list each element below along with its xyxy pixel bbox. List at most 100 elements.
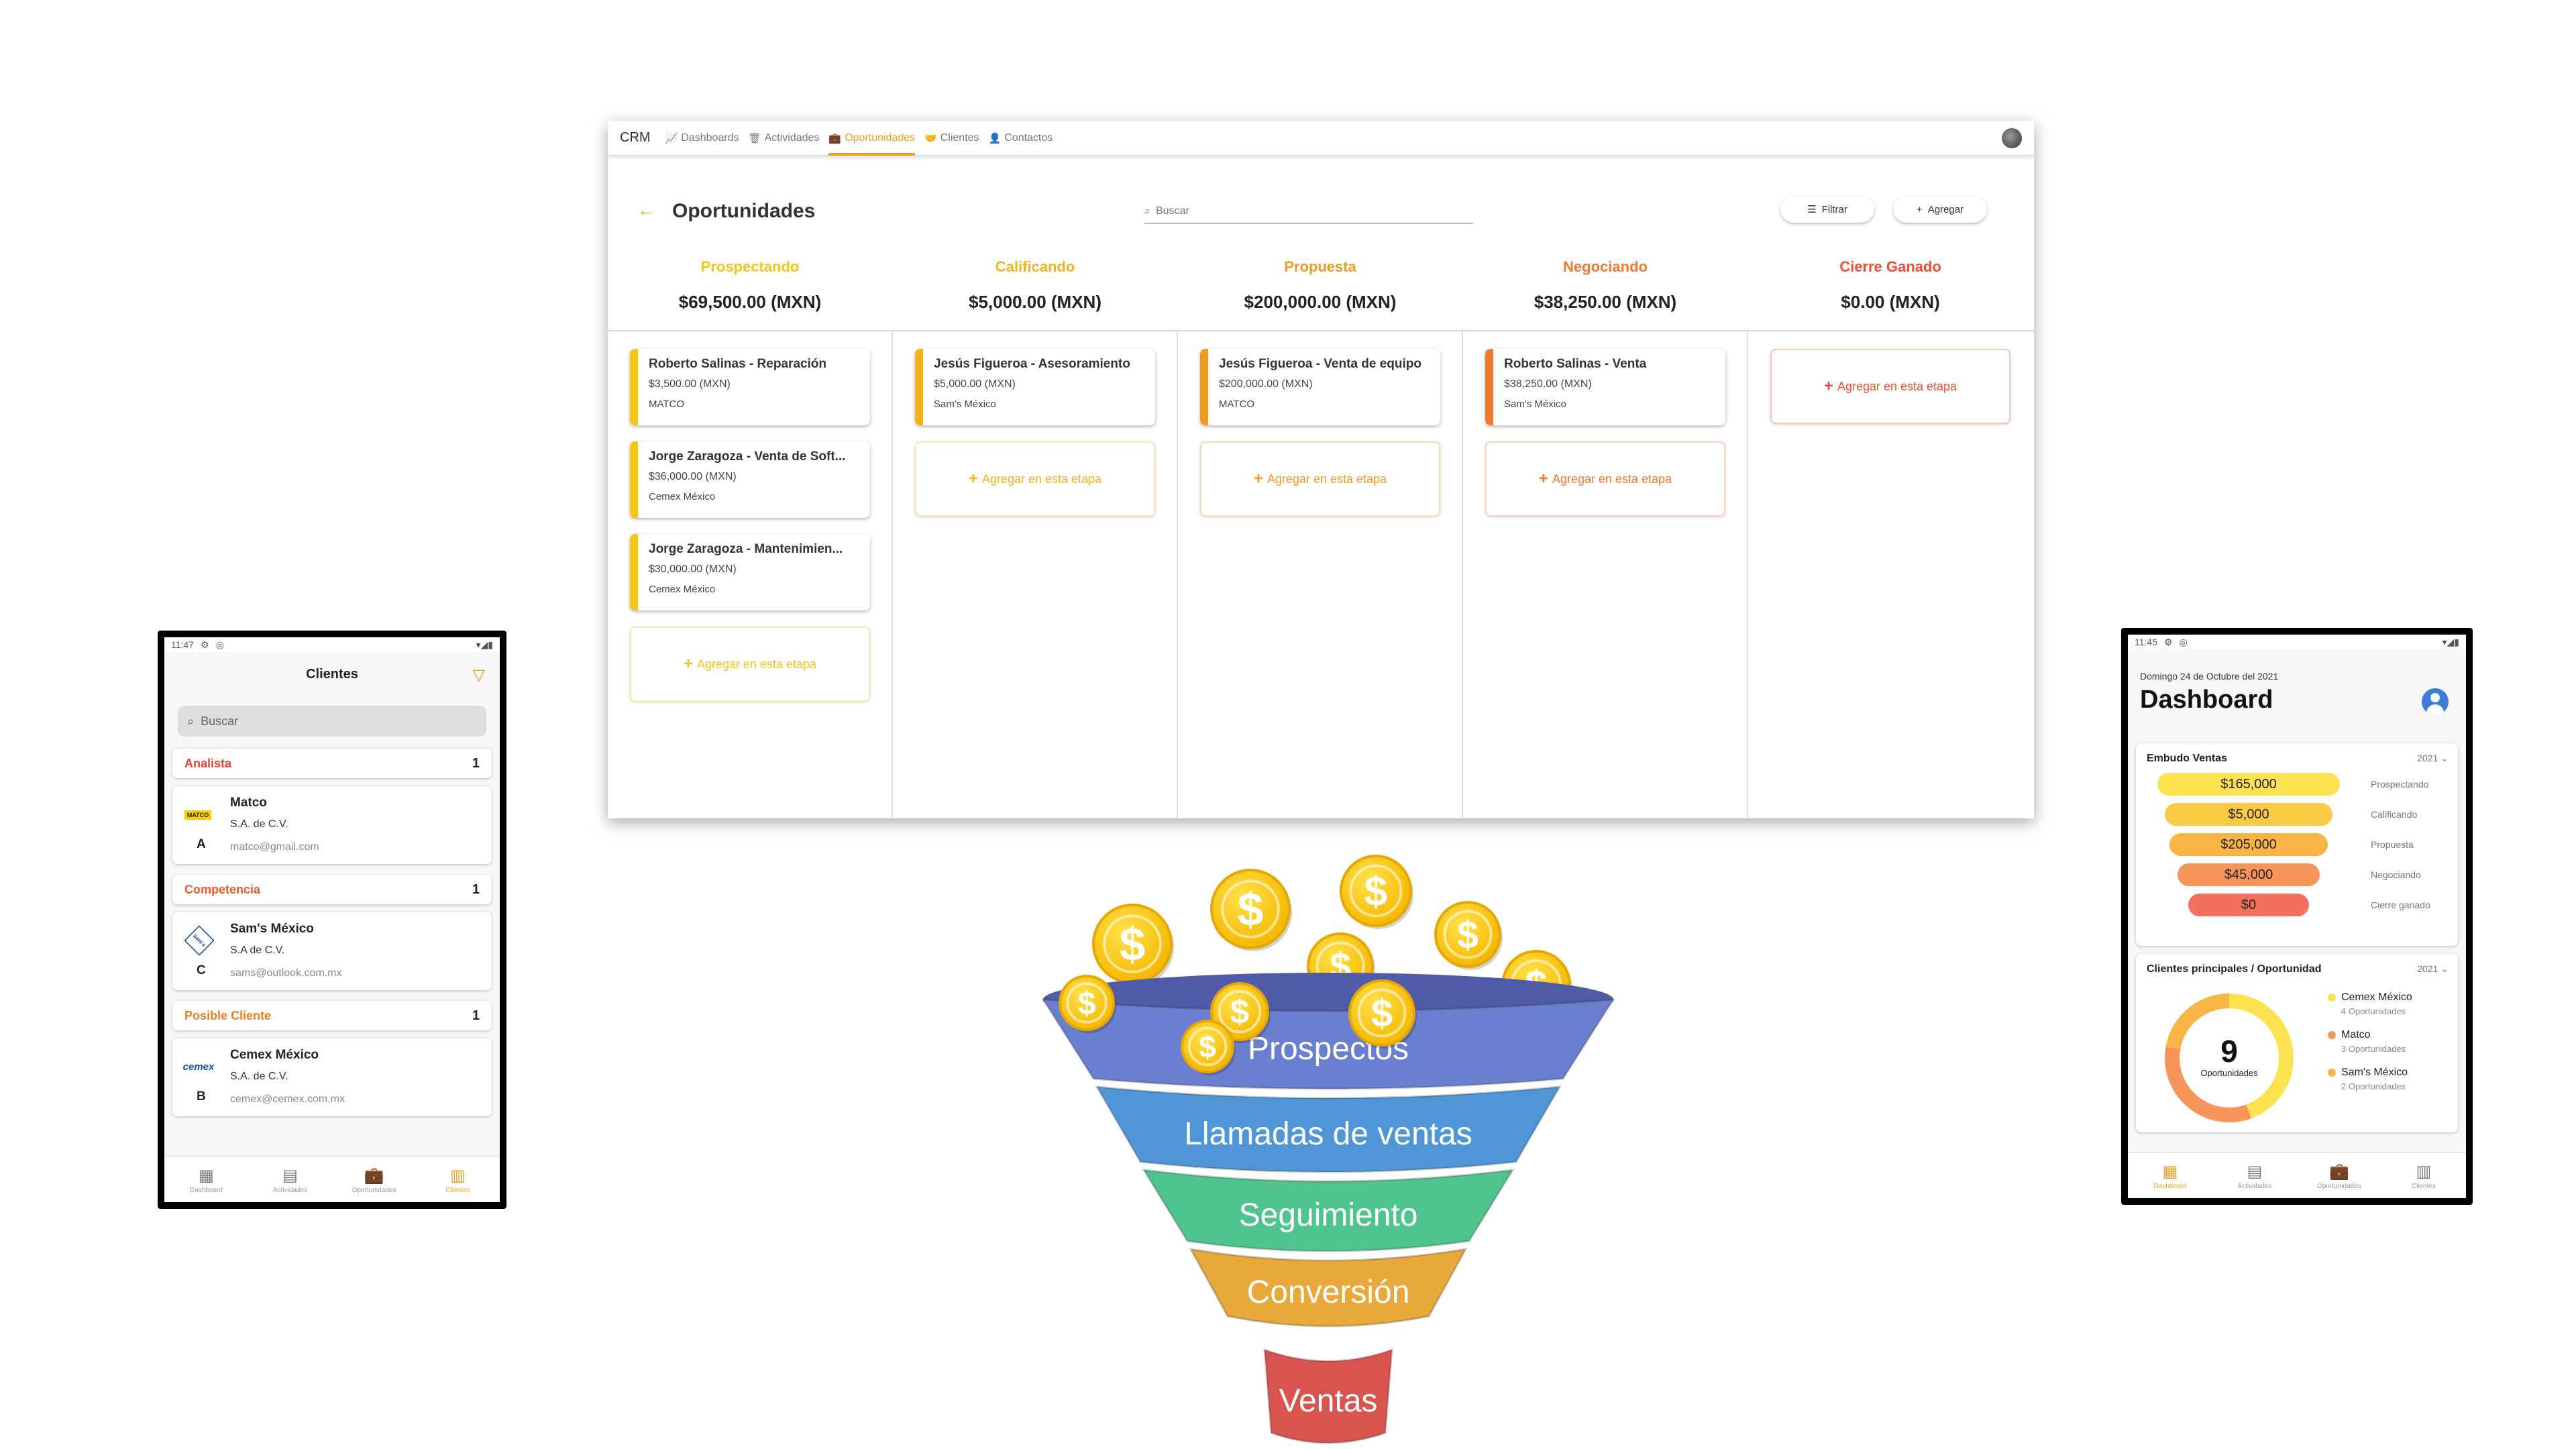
clients-search-input[interactable]: ⌕ Buscar — [178, 706, 486, 737]
funnel-year-select[interactable]: 2021 ⌄ — [2417, 753, 2449, 764]
stage-name: Cierre Ganado — [1839, 258, 1941, 275]
user-profile-icon[interactable] — [2422, 688, 2449, 715]
stage-name: Calificando — [995, 258, 1075, 275]
tab-dashboard[interactable]: ▦ Dashboard — [2128, 1153, 2212, 1198]
phone-dashboard: 11:45 ⚙ ◎ ▾◢▮ Domingo 24 de Octubre del … — [2121, 628, 2473, 1205]
add-in-stage-label: Agregar en esta etapa — [696, 657, 817, 671]
phone-dashboard-screen: 11:45 ⚙ ◎ ▾◢▮ Domingo 24 de Octubre del … — [2128, 635, 2466, 1198]
nav-contactos[interactable]: 👤 Contactos — [989, 121, 1053, 156]
clients-card-title: Clientes principales / Oportunidad — [2147, 963, 2322, 975]
clipboard-icon: ▤ — [282, 1166, 298, 1185]
plus-icon: + — [968, 470, 978, 488]
chart-icon: 📈 — [665, 132, 678, 144]
funnel-card-title: Embudo Ventas — [2147, 753, 2228, 764]
clients-year-select[interactable]: 2021 ⌄ — [2417, 963, 2449, 975]
funnel-bar: $205,000 — [2169, 833, 2328, 856]
group-header[interactable]: Posible Cliente 1 — [172, 1001, 492, 1030]
sales-funnel-illustration: $$$$$$ ProspectosLlamadas de ventasSegui… — [1041, 855, 1615, 1444]
stage-color-bar — [630, 349, 638, 425]
opportunity-card[interactable]: Jorge Zaragoza - Venta de Soft... $36,000… — [630, 441, 870, 518]
tab-oportunidades[interactable]: 💼 Oportunidades — [332, 1157, 416, 1202]
user-avatar[interactable] — [2002, 127, 2022, 148]
funnel-bar: $45,000 — [2178, 863, 2320, 886]
dollar-sign: $ — [1078, 986, 1096, 1022]
tab-clientes[interactable]: ▥ Clientes — [2381, 1153, 2466, 1198]
opportunity-card[interactable]: Jesús Figueroa - Venta de equipo $200,000… — [1200, 349, 1440, 425]
nav-dashboards[interactable]: 📈 Dashboards — [665, 121, 739, 156]
client-card[interactable]: Sam's C Sam's México S.A de C.V. sams@outloo… — [172, 912, 492, 990]
tab-label: Dashboard — [190, 1186, 223, 1194]
add-in-stage-button[interactable]: + Agregar en esta etapa — [1200, 441, 1440, 517]
opportunity-title: Jesús Figueroa - Venta de equipo — [1219, 357, 1421, 371]
group-header[interactable]: Analista 1 — [172, 749, 492, 778]
legend-sub: 3 Oportunidades — [2341, 1044, 2406, 1054]
add-in-stage-label: Agregar en esta etapa — [1552, 472, 1672, 486]
brand-label: CRM — [620, 130, 651, 145]
client-card[interactable]: MATCO A Matco S.A. de C.V. matco@gmail.com — [172, 786, 492, 864]
opportunity-card[interactable]: Jesús Figueroa - Asesoramiento $5,000.00 … — [915, 349, 1155, 425]
opportunity-amount: $30,000.00 (MXN) — [649, 564, 737, 575]
nav-clientes[interactable]: 🤝 Clientes — [924, 121, 979, 156]
client-logo: Sam's — [184, 925, 215, 956]
opportunity-card[interactable]: Roberto Salinas - Reparación $3,500.00 (M… — [630, 349, 870, 425]
client-email: matco@gmail.com — [230, 841, 319, 853]
nav-actividades[interactable]: 🗑 Actividades — [749, 121, 820, 156]
opportunity-card[interactable]: Roberto Salinas - Venta $38,250.00 (MXN) S… — [1485, 349, 1725, 425]
dollar-sign: $ — [1230, 993, 1249, 1031]
column-divider — [1462, 330, 1463, 818]
funnel-stage-label: Conversión — [1247, 1275, 1410, 1310]
donut-total: 9 — [2220, 1034, 2238, 1069]
briefcase-icon: 💼 — [2329, 1162, 2349, 1181]
plus-icon: + — [1916, 203, 1923, 215]
grid-icon: ▦ — [199, 1166, 214, 1185]
add-button[interactable]: + Agregar — [1893, 196, 1987, 223]
tab-actividades[interactable]: ▤ Actividades — [248, 1157, 332, 1202]
back-arrow-icon[interactable]: ← — [637, 200, 655, 221]
add-in-stage-button[interactable]: + Agregar en esta etapa — [1770, 349, 2010, 424]
add-in-stage-button[interactable]: + Agregar en esta etapa — [1485, 441, 1725, 517]
add-in-stage-label: Agregar en esta etapa — [1837, 379, 1957, 393]
opportunity-client: Sam's México — [1504, 398, 1566, 410]
legend-dot — [2328, 1069, 2336, 1077]
donut-total-label: Oportunidades — [2200, 1068, 2258, 1078]
column-header: Calificando $5,000.00 (MXN) — [893, 258, 1177, 313]
opportunity-title: Roberto Salinas - Reparación — [649, 357, 827, 371]
plus-icon: + — [1823, 377, 1833, 395]
opportunity-title: Jorge Zaragoza - Mantenimien... — [649, 542, 843, 556]
client-letter: B — [197, 1089, 206, 1104]
add-in-stage-button[interactable]: + Agregar en esta etapa — [915, 441, 1155, 517]
tab-oportunidades[interactable]: 💼 Oportunidades — [2297, 1153, 2381, 1198]
opportunity-amount: $3,500.00 (MXN) — [649, 378, 731, 390]
person-icon: 👤 — [988, 132, 1002, 144]
funnel-stage-label: Llamadas de ventas — [1184, 1116, 1472, 1152]
add-in-stage-button[interactable]: + Agregar en esta etapa — [630, 627, 870, 702]
tab-label: Oportunidades — [352, 1186, 396, 1194]
stage-color-bar — [1200, 349, 1208, 425]
tab-label: Dashboard — [2153, 1182, 2187, 1190]
tab-dashboard[interactable]: ▦ Dashboard — [164, 1157, 248, 1202]
funnel-bar: $0 — [2188, 894, 2309, 916]
funnel-segments: ProspectosLlamadas de ventasSeguimientoC… — [1041, 973, 1615, 1444]
client-name: Matco — [230, 796, 267, 810]
briefcase-icon: 💼 — [364, 1166, 384, 1185]
plus-icon: + — [1538, 470, 1548, 488]
group-header[interactable]: Competencia 1 — [172, 875, 492, 904]
client-logo: cemex — [182, 1061, 215, 1073]
client-card[interactable]: cemex B Cemex México S.A. de C.V. cemex@ceme… — [172, 1038, 492, 1116]
tab-label: Clientes — [445, 1186, 470, 1194]
dollar-sign: $ — [1199, 1030, 1216, 1064]
tab-clientes[interactable]: ▥ Clientes — [416, 1157, 500, 1202]
stage-name: Propuesta — [1284, 258, 1356, 275]
tab-label: Actividades — [2237, 1182, 2272, 1190]
filter-button[interactable]: ☰ Filtrar — [1780, 196, 1874, 223]
search-input[interactable] — [1155, 205, 1451, 217]
tab-actividades[interactable]: ▤ Actividades — [2212, 1153, 2297, 1198]
status-bar: 11:47 ⚙ ◎ ▾◢▮ — [164, 637, 500, 652]
dollar-sign: $ — [1364, 869, 1388, 915]
nav-oportunidades[interactable]: 💼 Oportunidades — [828, 121, 916, 156]
opportunity-amount: $200,000.00 (MXN) — [1219, 378, 1313, 390]
opportunity-card[interactable]: Jorge Zaragoza - Mantenimien... $30,000.0… — [630, 534, 870, 610]
stage-color-bar — [1485, 349, 1493, 425]
stage-total-amount: $5,000.00 (MXN) — [969, 292, 1102, 312]
funnel-filter-icon[interactable]: ▽ — [473, 665, 485, 685]
